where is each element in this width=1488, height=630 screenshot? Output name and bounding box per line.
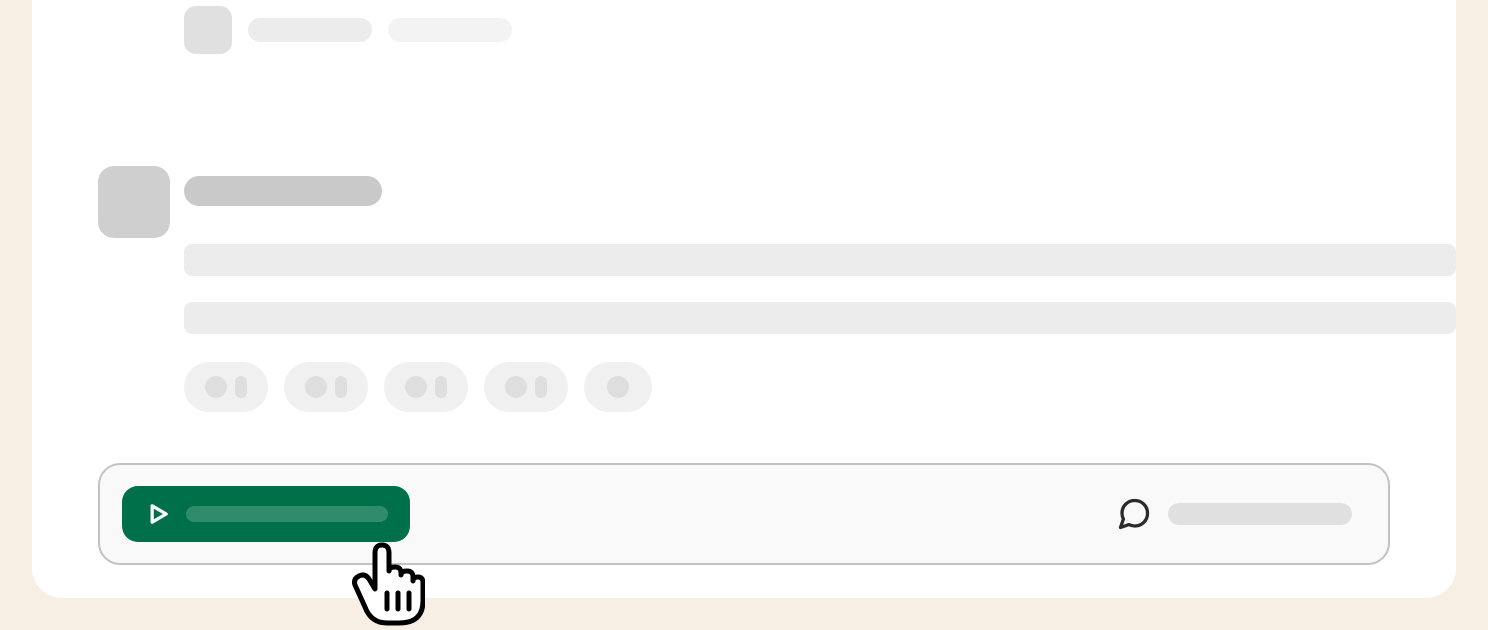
reaction-emoji [607, 376, 629, 398]
thread-link-label [1168, 503, 1352, 525]
message-author-label [184, 176, 382, 206]
play-icon [144, 500, 172, 528]
reaction-count [435, 376, 447, 398]
reaction-emoji [205, 376, 227, 398]
message-avatar[interactable] [98, 166, 170, 238]
message-body [184, 176, 1456, 412]
reaction-count [335, 376, 347, 398]
app-card [32, 0, 1456, 598]
open-thread-button[interactable] [1116, 496, 1366, 532]
reaction-pill[interactable] [484, 362, 568, 412]
reaction-pill[interactable] [184, 362, 268, 412]
thread-time-label [388, 18, 512, 42]
reaction-emoji [305, 376, 327, 398]
huddle-button-label [186, 506, 388, 522]
start-huddle-button[interactable] [122, 486, 410, 542]
reaction-count [235, 376, 247, 398]
thread-avatar [184, 6, 232, 54]
reaction-count [535, 376, 547, 398]
reaction-pill[interactable] [284, 362, 368, 412]
reaction-emoji [505, 376, 527, 398]
reactions-row [184, 362, 1456, 412]
thread-reference[interactable] [184, 6, 512, 54]
message-text-line [184, 244, 1456, 276]
add-reaction-button[interactable] [584, 362, 652, 412]
reaction-emoji [405, 376, 427, 398]
reaction-pill[interactable] [384, 362, 468, 412]
comment-icon [1116, 496, 1152, 532]
action-bar [98, 463, 1390, 565]
message-text-line [184, 302, 1456, 334]
thread-author-label [248, 18, 372, 42]
thread-meta [248, 18, 512, 42]
